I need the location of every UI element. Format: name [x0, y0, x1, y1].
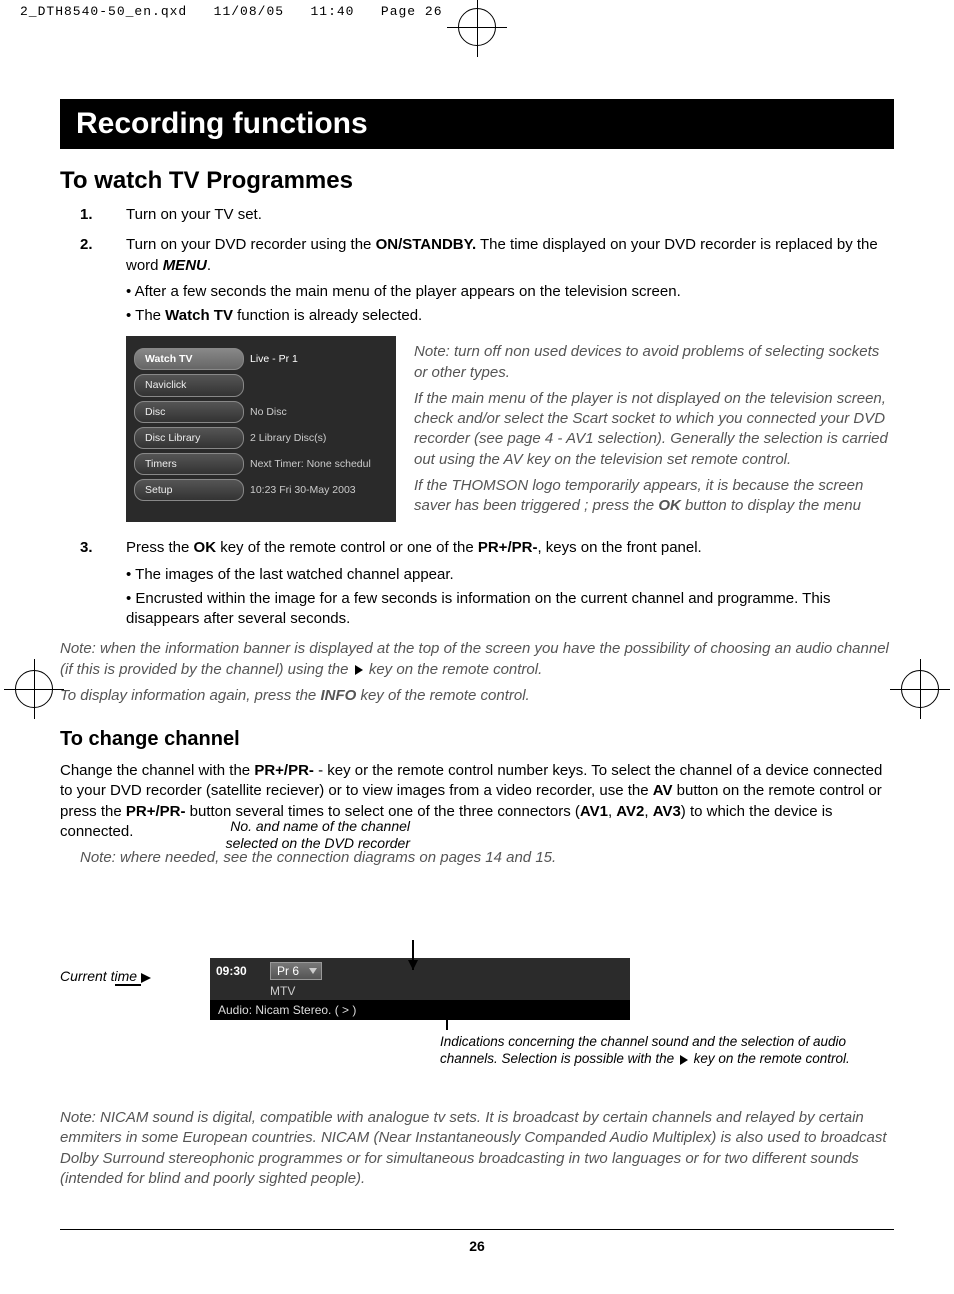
- cc-p1: PR+/PR-: [254, 762, 314, 779]
- menu-note-3c: button to display the menu: [681, 497, 861, 514]
- menu-item-watchtv: Watch TV: [134, 348, 244, 370]
- menu-note-3: If the THOMSON logo temporarily appears,…: [414, 476, 894, 517]
- menu-val-library: 2 Library Disc(s): [250, 431, 388, 445]
- page-number: 26: [60, 1229, 894, 1254]
- cc-p11: AV3: [653, 803, 681, 820]
- menu-item-naviclick: Naviclick: [134, 374, 244, 396]
- step-3-number: 3.: [80, 538, 93, 558]
- step-3-note-1b: key on the remote control.: [365, 661, 543, 678]
- step-3: 3. Press the OK key of the remote contro…: [80, 538, 894, 629]
- menu-val-timers: Next Timer: None schedul: [250, 457, 388, 471]
- step-3-a: Press the: [126, 539, 194, 556]
- cc-p10: ,: [644, 803, 652, 820]
- step-3-c: key of the remote control or one of the: [216, 539, 478, 556]
- cc-p5: PR+/PR-: [126, 803, 186, 820]
- step-2-e: .: [207, 257, 211, 274]
- step-3-note-2a: To display information again, press the: [60, 687, 320, 704]
- step-3-bullet-2: Encrusted within the image for a few sec…: [126, 589, 894, 630]
- play-icon: [680, 1055, 688, 1065]
- menu-note-1: Note: turn off non used devices to avoid…: [414, 342, 894, 383]
- step-3-note-2: To display information again, press the …: [60, 686, 894, 706]
- banner-caption-b: key on the remote control.: [690, 1051, 850, 1066]
- nicam-note: Note: NICAM sound is digital, compatible…: [60, 1108, 894, 1189]
- qxd-time: 11:40: [310, 4, 354, 19]
- step-2-a: Turn on your DVD recorder using the: [126, 236, 376, 253]
- cc-p6: button several times to select one of th…: [185, 803, 579, 820]
- cc-p9: AV2: [616, 803, 644, 820]
- step-2-bullet-2b: Watch TV: [165, 307, 233, 324]
- qxd-page: Page 26: [381, 4, 443, 19]
- banner-channel-name: MTV: [210, 984, 630, 1000]
- change-channel-paragraph: Change the channel with the PR+/PR- - ke…: [60, 761, 894, 842]
- step-3-note-1: Note: when the information banner is dis…: [60, 639, 894, 680]
- cc-p7: AV1: [580, 803, 608, 820]
- heading-watch-tv: To watch TV Programmes: [60, 167, 894, 195]
- step-2: 2. Turn on your DVD recorder using the O…: [80, 235, 894, 522]
- change-channel-note: Note: where needed, see the connection d…: [80, 848, 894, 868]
- step-2-d: MENU: [163, 257, 207, 274]
- step-3-bullet-1: The images of the last watched channel a…: [126, 565, 894, 585]
- banner-caption: Indications concerning the channel sound…: [440, 1030, 894, 1068]
- menu-val-setup: 10:23 Fri 30-May 2003: [250, 483, 388, 497]
- step-3-note-2b: INFO: [320, 687, 356, 704]
- current-time-label-text: Current time: [60, 968, 137, 984]
- current-time-label: Current time: [60, 968, 157, 984]
- step-1: 1. Turn on your TV set.: [80, 205, 894, 225]
- step-3-note-2c: key of the remote control.: [356, 687, 529, 704]
- menu-val-watchtv: Live - Pr 1: [250, 352, 388, 366]
- arrow-down-icon: [408, 960, 418, 970]
- step-2-bullet-2c: function is already selected.: [233, 307, 422, 324]
- title-bar: Recording functions: [60, 99, 894, 149]
- step-3-d: PR+/PR-: [478, 539, 538, 556]
- step-2-text: Turn on your DVD recorder using the ON/S…: [126, 236, 878, 273]
- menu-note-3b: OK: [658, 497, 681, 514]
- banner-channel-number: Pr 6: [270, 962, 322, 980]
- menu-item-setup: Setup: [134, 479, 244, 501]
- banner-top-label: No. and name of the channel selected on …: [220, 818, 410, 852]
- cc-p0: Change the channel with the: [60, 762, 254, 779]
- step-3-text: Press the OK key of the remote control o…: [126, 539, 702, 556]
- qxd-date: 11/08/05: [214, 4, 284, 19]
- banner-audio: Audio: Nicam Stereo. ( > ): [210, 1000, 630, 1020]
- arrow-right-icon: [141, 973, 151, 983]
- step-2-bullet-2a: The: [135, 307, 165, 324]
- step-2-bullet-1: After a few seconds the main menu of the…: [126, 282, 894, 302]
- banner-time: 09:30: [216, 964, 264, 978]
- step-1-number: 1.: [80, 205, 93, 225]
- cc-p3: AV: [653, 782, 673, 799]
- step-2-bullet-2: The Watch TV function is already selecte…: [126, 306, 894, 326]
- crop-mark-top: [458, 8, 496, 46]
- menu-screenshot: Watch TV Live - Pr 1 Naviclick Disc No Dis…: [126, 336, 396, 522]
- menu-note-2: If the main menu of the player is not di…: [414, 389, 894, 470]
- menu-item-library: Disc Library: [134, 427, 244, 449]
- step-2-number: 2.: [80, 235, 93, 255]
- heading-change-channel: To change channel: [60, 728, 894, 751]
- qxd-filename: 2_DTH8540-50_en.qxd: [20, 4, 187, 19]
- step-2-b: ON/STANDBY.: [376, 236, 477, 253]
- play-icon: [355, 665, 363, 675]
- menu-item-timers: Timers: [134, 453, 244, 475]
- step-1-text: Turn on your TV set.: [126, 206, 262, 223]
- step-3-e: , keys on the front panel.: [537, 539, 701, 556]
- menu-item-disc: Disc: [134, 401, 244, 423]
- step-3-b: OK: [194, 539, 217, 556]
- menu-val-disc: No Disc: [250, 405, 388, 419]
- info-banner: 09:30 Pr 6 MTV Audio: Nicam Stereo. ( > …: [210, 958, 630, 1020]
